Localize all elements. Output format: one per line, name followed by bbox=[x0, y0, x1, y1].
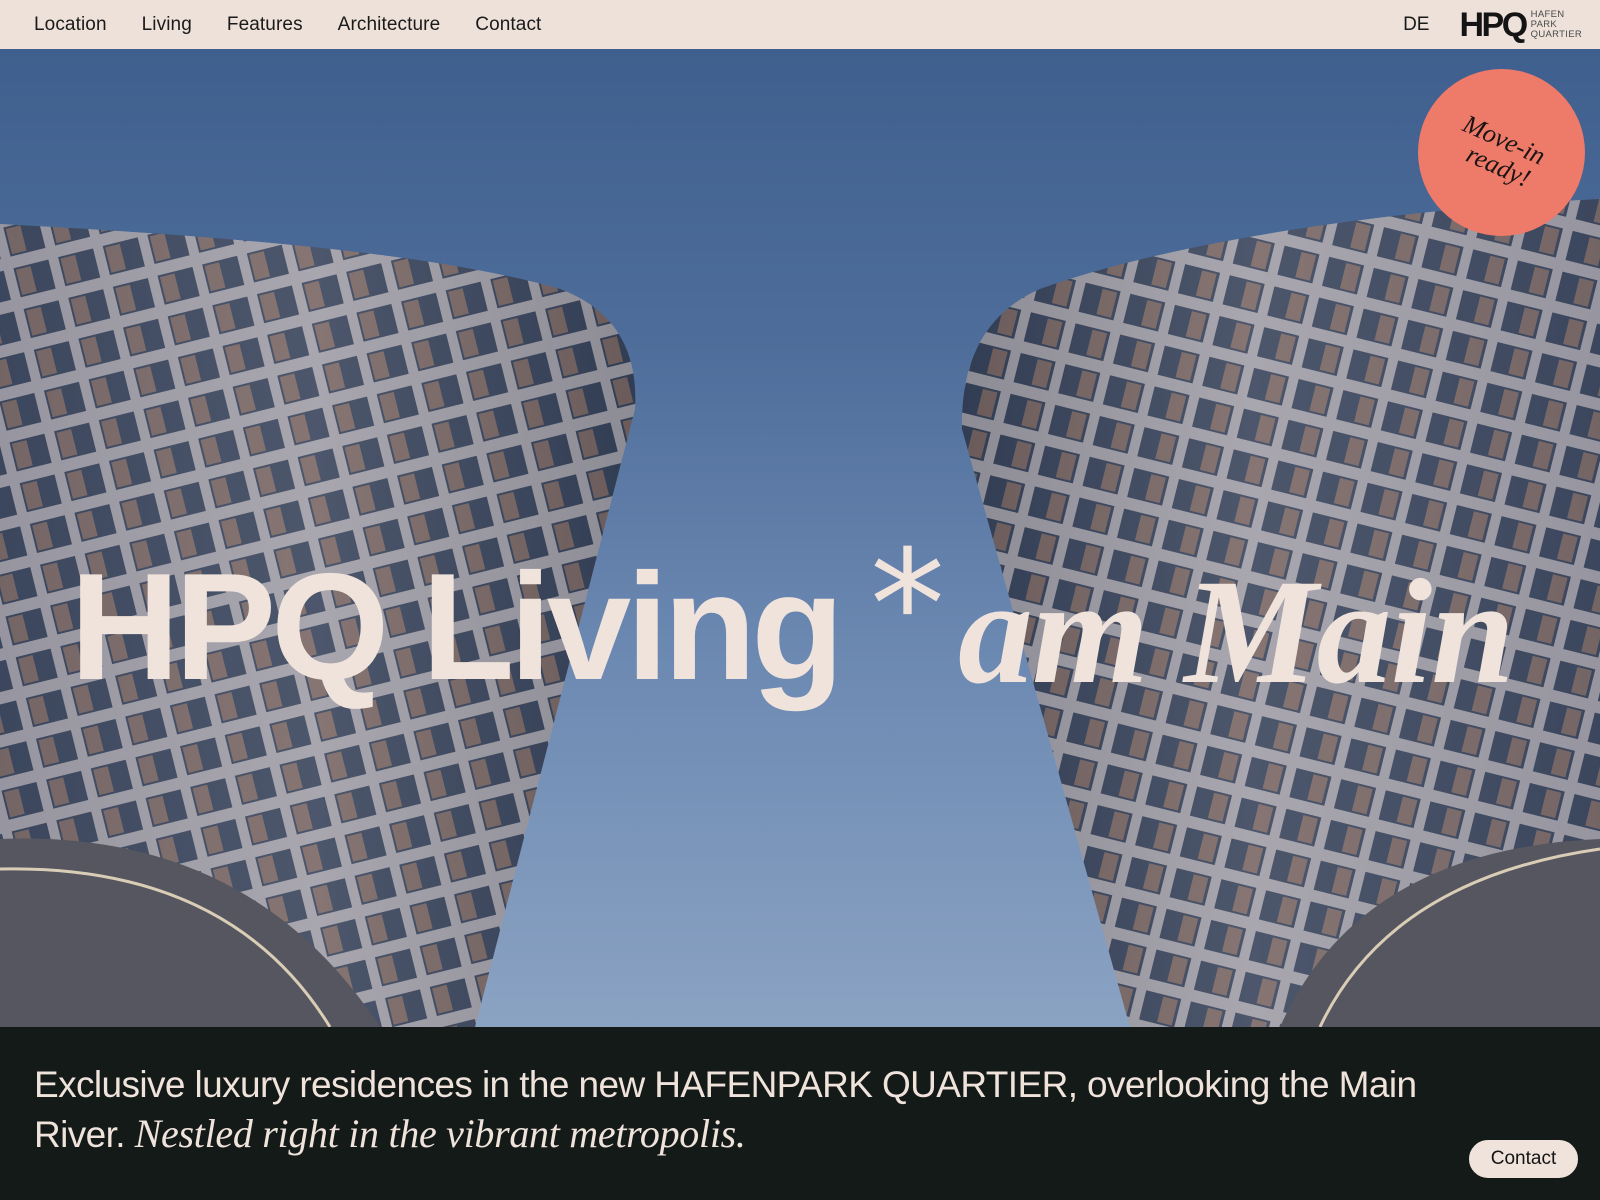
hpq-logo[interactable]: HPQ HAFEN PARK QUARTIER bbox=[1459, 8, 1582, 42]
asterisk-icon: * bbox=[870, 519, 945, 693]
hero-section: HPQ Living * am Main Move-in ready! bbox=[0, 49, 1600, 1027]
intro-text: Exclusive luxury residences in the new H… bbox=[34, 1060, 1494, 1159]
logo-mark: HPQ bbox=[1459, 5, 1528, 44]
logo-line-2: PARK bbox=[1530, 18, 1558, 30]
nav-link-contact[interactable]: Contact bbox=[475, 14, 541, 36]
nav-link-features[interactable]: Features bbox=[227, 14, 303, 36]
logo-line-3: QUARTIER bbox=[1530, 28, 1582, 40]
move-in-ready-badge[interactable]: Move-in ready! bbox=[1418, 69, 1585, 236]
logo-line-1: HAFEN bbox=[1530, 8, 1565, 20]
hero-title: HPQ Living * am Main bbox=[0, 509, 1600, 739]
main-menu: Location Living Features Architecture Co… bbox=[0, 0, 576, 49]
hero-title-accent: am Main bbox=[958, 549, 1515, 715]
badge-text: Move-in ready! bbox=[1454, 108, 1550, 192]
logo-wordmark: HAFEN PARK QUARTIER bbox=[1530, 8, 1582, 40]
nav-link-architecture[interactable]: Architecture bbox=[338, 14, 441, 36]
top-navigation: Location Living Features Architecture Co… bbox=[0, 0, 1600, 49]
intro-band: Exclusive luxury residences in the new H… bbox=[0, 1027, 1600, 1200]
nav-right-group: DE HPQ HAFEN PARK QUARTIER bbox=[1403, 0, 1600, 49]
hero-title-main: HPQ Living bbox=[70, 542, 844, 712]
contact-button[interactable]: Contact bbox=[1468, 1139, 1579, 1179]
language-switch[interactable]: DE bbox=[1403, 14, 1429, 36]
intro-text-italic: Nestled right in the vibrant metropolis. bbox=[134, 1111, 746, 1156]
nav-link-location[interactable]: Location bbox=[34, 14, 107, 36]
nav-link-living[interactable]: Living bbox=[142, 14, 192, 36]
